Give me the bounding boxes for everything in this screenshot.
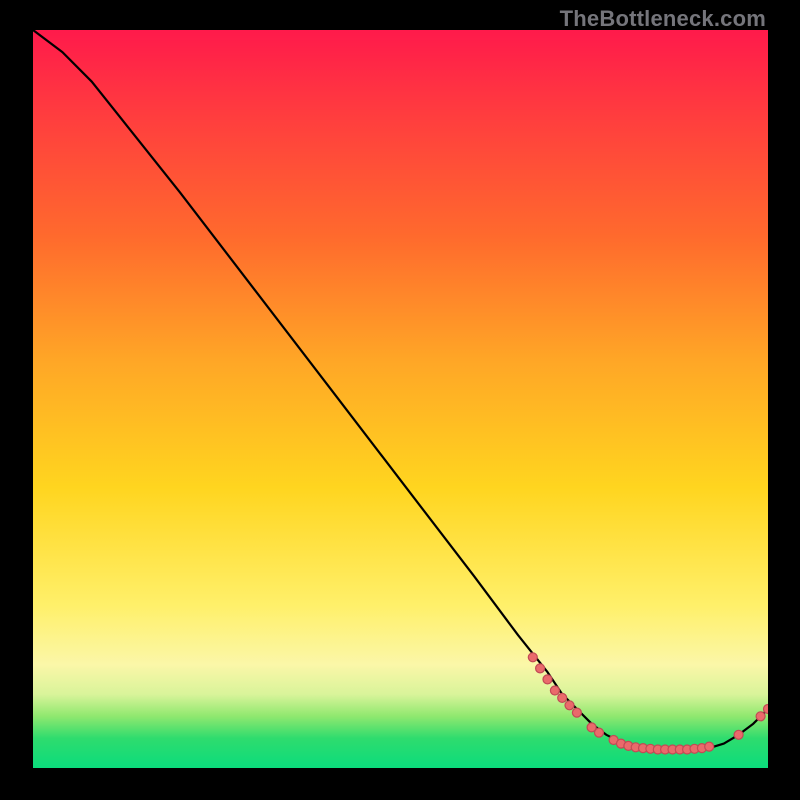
data-marker	[756, 712, 765, 721]
watermark-text: TheBottleneck.com	[560, 6, 766, 32]
data-marker	[536, 664, 545, 673]
data-marker	[705, 742, 714, 751]
curve-layer	[33, 30, 768, 768]
data-marker	[572, 708, 581, 717]
data-marker	[764, 705, 769, 714]
data-marker	[565, 701, 574, 710]
data-marker	[543, 675, 552, 684]
data-marker	[528, 653, 537, 662]
chart-stage: TheBottleneck.com	[0, 0, 800, 800]
data-marker	[558, 693, 567, 702]
data-marker	[595, 728, 604, 737]
data-marker	[734, 730, 743, 739]
data-marker	[550, 686, 559, 695]
heat-gradient-plot	[33, 30, 768, 768]
bottleneck-curve	[33, 30, 768, 750]
